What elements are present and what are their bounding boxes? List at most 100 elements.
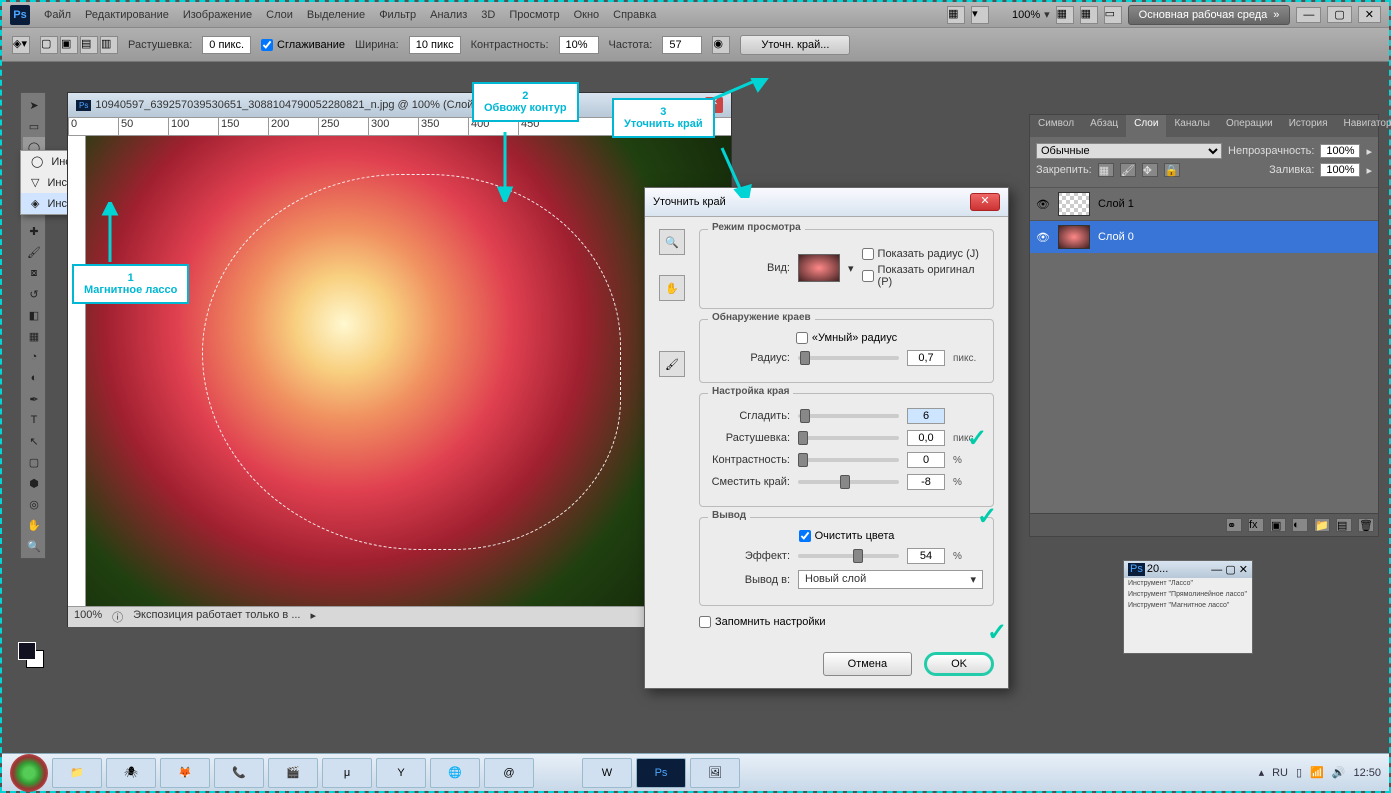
layer-style-icon[interactable]: fx — [1248, 518, 1264, 532]
menu-file[interactable]: Файл — [44, 9, 71, 21]
blend-mode-select[interactable]: Обычные — [1036, 143, 1222, 159]
close-icon[interactable]: ✕ — [1358, 6, 1381, 23]
view-thumbnail[interactable] — [798, 254, 840, 282]
decontaminate-checkbox[interactable]: Очистить цвета — [710, 530, 983, 542]
healing-tool[interactable]: ✚ — [23, 221, 45, 241]
menu-analysis[interactable]: Анализ — [430, 9, 467, 21]
canvas[interactable] — [86, 136, 731, 606]
task-item[interactable]: 🎬 — [268, 758, 318, 788]
new-layer-icon[interactable]: ▤ — [1336, 518, 1352, 532]
width-input[interactable]: 10 пикс — [409, 36, 461, 54]
hand-tool[interactable]: ✋ — [23, 515, 45, 535]
delete-layer-icon[interactable]: 🗑 — [1358, 518, 1374, 532]
visibility-icon[interactable]: 👁 — [1036, 231, 1050, 244]
menu-edit[interactable]: Редактирование — [85, 9, 169, 21]
task-item[interactable]: μ — [322, 758, 372, 788]
type-tool[interactable]: T — [23, 410, 45, 430]
layer-item[interactable]: 👁 Слой 1 — [1030, 187, 1378, 220]
tool-preset-icon[interactable]: ◈▾ — [12, 36, 30, 54]
layer-name[interactable]: Слой 0 — [1098, 231, 1134, 243]
task-item[interactable]: 🕷 — [106, 758, 156, 788]
feather-slider[interactable] — [798, 436, 899, 440]
stamp-tool[interactable]: ⧇ — [23, 263, 45, 283]
output-to-select[interactable]: Новый слой▾ — [798, 570, 983, 589]
tab-character[interactable]: Символ — [1030, 115, 1082, 137]
pen-tool[interactable]: ✒ — [23, 389, 45, 409]
menu-help[interactable]: Справка — [613, 9, 656, 21]
ok-button[interactable]: OK — [924, 652, 994, 676]
radius-input[interactable] — [907, 350, 945, 366]
brush-tool[interactable]: 🖌 — [23, 242, 45, 262]
dialog-close-icon[interactable]: ✕ — [970, 193, 1000, 211]
refine-edge-button[interactable]: Уточн. край... — [740, 35, 850, 55]
lock-all-icon[interactable]: 🔒 — [1164, 163, 1180, 177]
maximize-icon[interactable]: ▢ — [1327, 6, 1351, 23]
intersect-selection-icon[interactable]: ▥ — [100, 36, 118, 54]
hand-tool-icon[interactable]: ✋ — [659, 275, 685, 301]
add-selection-icon[interactable]: ▣ — [60, 36, 78, 54]
zoom-level[interactable]: ▾ — [995, 8, 1050, 21]
shift-input[interactable] — [907, 474, 945, 490]
cancel-button[interactable]: Отмена — [823, 652, 912, 676]
workspace-button[interactable]: Основная рабочая среда» — [1128, 5, 1291, 25]
task-item[interactable]: 🌐 — [430, 758, 480, 788]
3d-tool[interactable]: ⬢ — [23, 473, 45, 493]
show-radius-checkbox[interactable]: Показать радиус (J) — [862, 248, 983, 260]
task-item[interactable]: 🦊 — [160, 758, 210, 788]
link-layers-icon[interactable]: ⚭ — [1226, 518, 1242, 532]
smooth-slider[interactable] — [798, 414, 899, 418]
status-dropdown-icon[interactable]: ▸ — [311, 609, 317, 625]
marquee-tool[interactable]: ▭ — [23, 116, 45, 136]
remember-checkbox[interactable]: Запомнить настройки — [699, 616, 994, 628]
tab-actions[interactable]: Операции — [1218, 115, 1281, 137]
opacity-input[interactable] — [1320, 144, 1360, 158]
menu-layer[interactable]: Слои — [266, 9, 293, 21]
minimize-icon[interactable]: — — [1296, 7, 1321, 23]
shape-tool[interactable]: ▢ — [23, 452, 45, 472]
task-photoshop[interactable]: Ps — [636, 758, 686, 788]
task-viewer[interactable]: 🖼 — [690, 758, 740, 788]
smooth-input[interactable] — [907, 408, 945, 424]
feather-input[interactable]: 0 пикс. — [202, 36, 251, 54]
dropdown-icon[interactable]: ▸ — [1366, 164, 1372, 177]
mini-bridge-icon[interactable]: ▾ — [971, 6, 989, 24]
tray-flag-icon[interactable]: ▯ — [1296, 766, 1302, 779]
blur-tool[interactable]: ◔ — [23, 347, 45, 367]
layer-thumbnail[interactable] — [1058, 225, 1090, 249]
antialias-checkbox[interactable]: Сглаживание — [261, 39, 345, 51]
refine-brush-icon[interactable]: 🖌 — [659, 351, 685, 377]
start-button[interactable] — [10, 754, 48, 792]
dropdown-icon[interactable]: ▾ — [848, 262, 854, 275]
tray-network-icon[interactable]: 📶 — [1310, 766, 1324, 779]
arrange-icon[interactable]: ▦ — [1080, 6, 1098, 24]
gradient-tool[interactable]: ▦ — [23, 326, 45, 346]
amount-input[interactable] — [907, 548, 945, 564]
amount-slider[interactable] — [798, 554, 899, 558]
lock-transparency-icon[interactable]: ▦ — [1098, 163, 1114, 177]
visibility-icon[interactable]: 👁 — [1036, 198, 1050, 211]
contrast-slider[interactable] — [798, 458, 899, 462]
zoom-tool[interactable]: 🔍 — [23, 536, 45, 556]
radius-slider[interactable] — [798, 356, 899, 360]
foreground-color[interactable] — [18, 642, 36, 660]
eraser-tool[interactable]: ◧ — [23, 305, 45, 325]
dropdown-icon[interactable]: ▸ — [1366, 145, 1372, 158]
zoom-tool-icon[interactable]: 🔍 — [659, 229, 685, 255]
menu-select[interactable]: Выделение — [307, 9, 365, 21]
tab-layers[interactable]: Слои — [1126, 115, 1166, 137]
menu-window[interactable]: Окно — [574, 9, 600, 21]
show-original-checkbox[interactable]: Показать оригинал (P) — [862, 264, 983, 288]
menu-filter[interactable]: Фильтр — [379, 9, 416, 21]
smart-radius-checkbox[interactable]: «Умный» радиус — [710, 332, 983, 344]
tab-navigator[interactable]: Навигатор — [1336, 115, 1391, 137]
tab-paragraph[interactable]: Абзац — [1082, 115, 1126, 137]
move-tool[interactable]: ➤ — [23, 95, 45, 115]
mini-titlebar[interactable]: Ps 20... — ▢ ✕ — [1124, 561, 1252, 578]
dlg-contrast-input[interactable] — [907, 452, 945, 468]
3d-camera-tool[interactable]: ◎ — [23, 494, 45, 514]
launch-bridge-icon[interactable]: ▦ — [947, 6, 965, 24]
task-item[interactable]: Y — [376, 758, 426, 788]
extras-icon[interactable]: ▦ — [1056, 6, 1074, 24]
task-item[interactable]: 📞 — [214, 758, 264, 788]
task-word[interactable]: W — [582, 758, 632, 788]
